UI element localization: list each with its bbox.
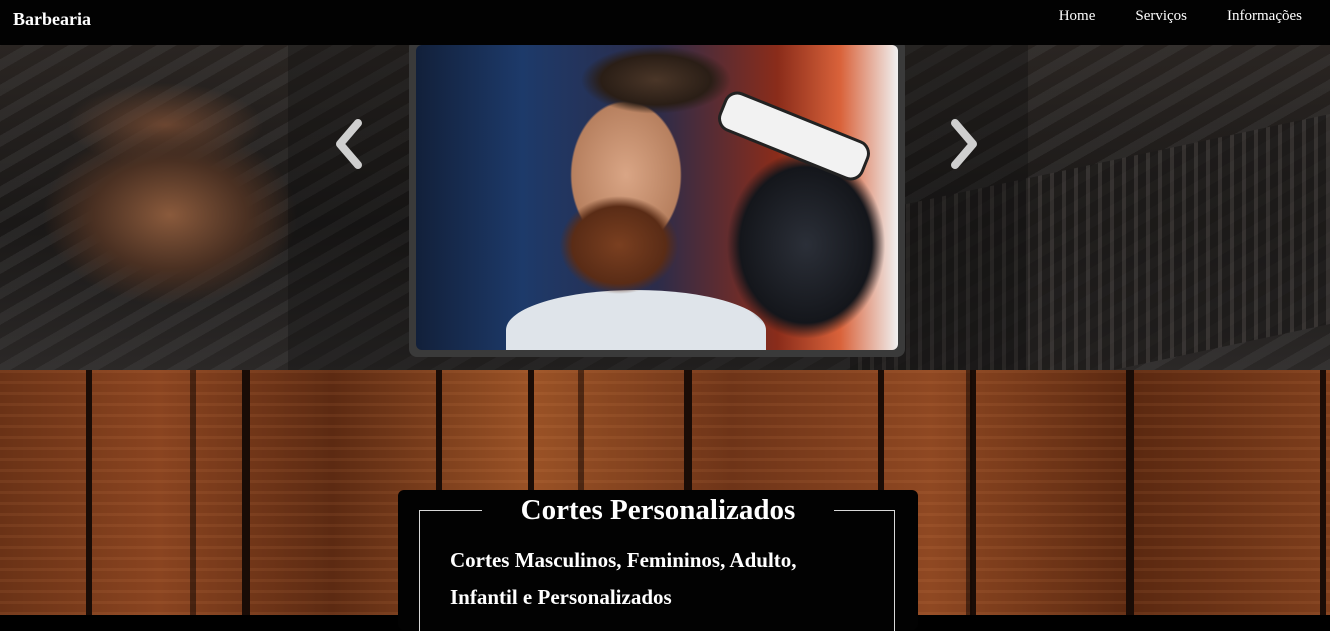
card-description: Cortes Masculinos, Femininos, Adulto, In… (450, 542, 870, 616)
chevron-left-icon (336, 119, 362, 169)
carousel-prev-button[interactable] (329, 115, 369, 173)
carousel-next-button[interactable] (944, 115, 984, 173)
carousel-slide-frame (409, 45, 905, 357)
nav-link-informacoes[interactable]: Informações (1227, 8, 1302, 25)
navbar: Barbearia Home Serviços Informações (0, 0, 1330, 45)
card-description-line2: Infantil e Personalizados (450, 585, 672, 609)
chevron-right-icon (951, 119, 977, 169)
nav-links: Home Serviços Informações (1059, 8, 1302, 25)
hero-carousel (0, 45, 1330, 370)
barber-slide-image (416, 45, 898, 350)
brand-logo-text[interactable]: Barbearia (13, 9, 91, 30)
nav-link-home[interactable]: Home (1059, 8, 1096, 25)
card-description-line1: Cortes Masculinos, Femininos, Adulto, (450, 548, 797, 572)
service-card: Cortes Personalizados Cortes Masculinos,… (398, 490, 918, 631)
nav-link-servicos[interactable]: Serviços (1135, 8, 1187, 25)
card-title: Cortes Personalizados (482, 492, 834, 528)
